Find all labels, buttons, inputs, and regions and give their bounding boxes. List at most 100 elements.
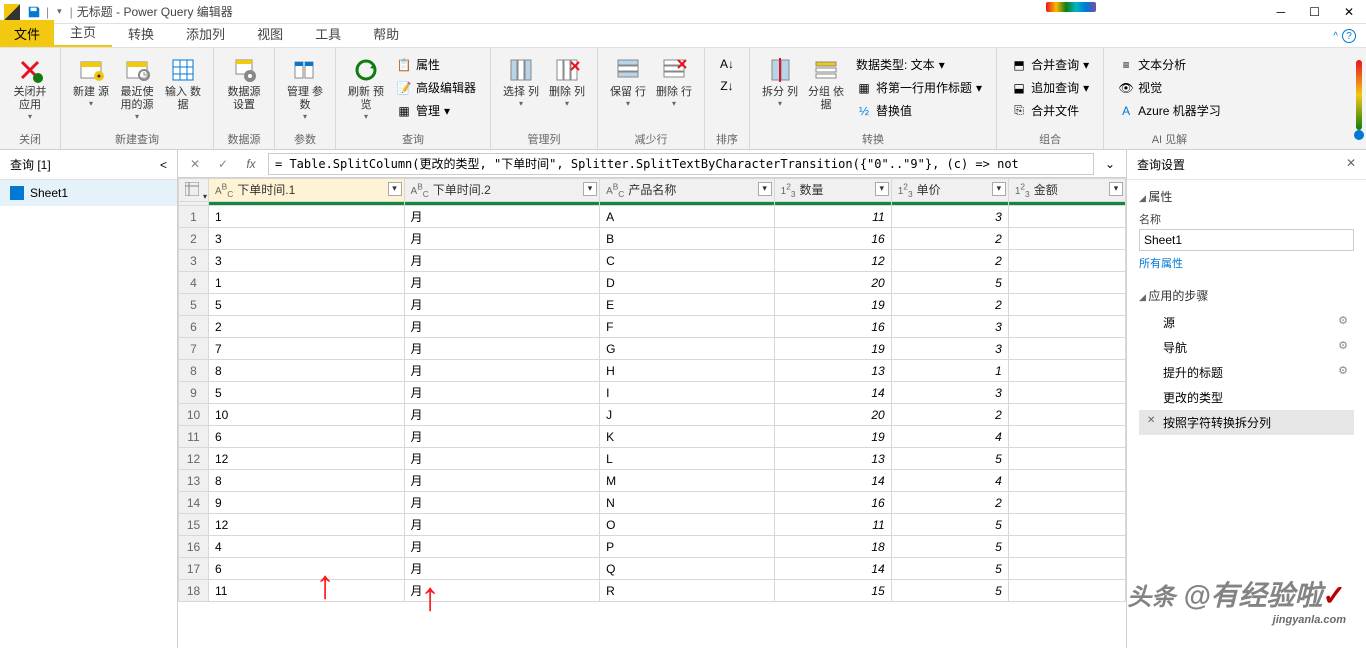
step-settings-icon[interactable]: ⚙ xyxy=(1338,364,1348,377)
cell[interactable]: 20 xyxy=(774,404,891,426)
row-header[interactable]: 12 xyxy=(179,448,209,470)
collapse-queries-button[interactable]: < xyxy=(160,158,167,172)
row-header[interactable]: 1 xyxy=(179,206,209,228)
delete-step-icon[interactable]: ✕ xyxy=(1147,415,1155,426)
cell[interactable]: 4 xyxy=(891,470,1008,492)
cell[interactable]: 14 xyxy=(774,382,891,404)
cell[interactable]: 月 xyxy=(404,514,600,536)
cell[interactable]: 月 xyxy=(404,228,600,250)
cell[interactable]: 5 xyxy=(891,580,1008,602)
column-header[interactable]: ABC下单时间.2▾ xyxy=(404,179,600,202)
cell[interactable]: N xyxy=(600,492,775,514)
data-grid[interactable]: ▾ABC下单时间.1▾ABC下单时间.2▾ABC产品名称▾123数量▾123单价… xyxy=(178,178,1126,648)
ribbon-tab[interactable]: 帮助 xyxy=(357,20,415,47)
cell[interactable]: 14 xyxy=(774,470,891,492)
cell[interactable]: 月 xyxy=(404,294,600,316)
cell[interactable] xyxy=(1008,470,1125,492)
ribbon-tab[interactable]: 转换 xyxy=(112,20,170,47)
column-header[interactable]: 123数量▾ xyxy=(774,179,891,202)
cell[interactable]: 6 xyxy=(209,426,405,448)
cell[interactable]: 月 xyxy=(404,492,600,514)
cell[interactable]: 19 xyxy=(774,294,891,316)
row-header[interactable]: 14 xyxy=(179,492,209,514)
cell[interactable]: 5 xyxy=(891,448,1008,470)
cell[interactable] xyxy=(1008,206,1125,228)
cell[interactable]: E xyxy=(600,294,775,316)
cell[interactable]: F xyxy=(600,316,775,338)
formula-input[interactable] xyxy=(268,153,1094,175)
datasource-settings-button[interactable]: 数据源 设置 xyxy=(222,52,266,114)
close-button[interactable]: ✕ xyxy=(1344,5,1354,19)
cell[interactable]: 4 xyxy=(891,426,1008,448)
cell[interactable] xyxy=(1008,580,1125,602)
cell[interactable] xyxy=(1008,514,1125,536)
cell[interactable]: 2 xyxy=(891,404,1008,426)
column-filter-button[interactable]: ▾ xyxy=(875,182,889,196)
vision-item[interactable]: 👁视觉 xyxy=(1114,77,1225,98)
cell[interactable]: 月 xyxy=(404,272,600,294)
maximize-button[interactable]: ☐ xyxy=(1309,5,1320,19)
cell[interactable]: 11 xyxy=(774,206,891,228)
sort-asc-button[interactable]: A↓ xyxy=(715,54,739,74)
cell[interactable]: 16 xyxy=(774,492,891,514)
cell[interactable]: 月 xyxy=(404,338,600,360)
cell[interactable]: 月 xyxy=(404,382,600,404)
cell[interactable] xyxy=(1008,404,1125,426)
enter-data-button[interactable]: 输入 数据 xyxy=(161,52,205,114)
ribbon-collapse[interactable]: ^? xyxy=(1323,25,1366,47)
cell[interactable]: 3 xyxy=(891,382,1008,404)
cell[interactable] xyxy=(1008,250,1125,272)
cell[interactable]: K xyxy=(600,426,775,448)
cell[interactable]: H xyxy=(600,360,775,382)
cell[interactable]: 3 xyxy=(209,250,405,272)
refresh-preview-button[interactable]: 刷新 预览▾ xyxy=(344,52,388,123)
column-filter-button[interactable]: ▾ xyxy=(992,182,1006,196)
ribbon-tab[interactable]: 工具 xyxy=(299,20,357,47)
append-queries-item[interactable]: ⬓追加查询 ▾ xyxy=(1007,77,1093,98)
column-header[interactable]: 123金额▾ xyxy=(1008,179,1125,202)
merge-queries-item[interactable]: ⬒合并查询 ▾ xyxy=(1007,54,1093,75)
cell[interactable]: 7 xyxy=(209,338,405,360)
cell[interactable]: O xyxy=(600,514,775,536)
cell[interactable]: A xyxy=(600,206,775,228)
ribbon-tab[interactable]: 视图 xyxy=(241,20,299,47)
cell[interactable]: 5 xyxy=(891,514,1008,536)
cell[interactable]: 3 xyxy=(891,206,1008,228)
cell[interactable] xyxy=(1008,316,1125,338)
cell[interactable]: 月 xyxy=(404,316,600,338)
cell[interactable]: 3 xyxy=(891,316,1008,338)
row-header[interactable]: 3 xyxy=(179,250,209,272)
new-source-button[interactable]: ✦新建 源▾ xyxy=(69,52,113,110)
cell[interactable] xyxy=(1008,338,1125,360)
split-col-button[interactable]: 拆分 列▾ xyxy=(758,52,802,110)
cell[interactable]: 5 xyxy=(209,382,405,404)
row-header[interactable]: 10 xyxy=(179,404,209,426)
cell[interactable]: 11 xyxy=(209,580,405,602)
cell[interactable]: P xyxy=(600,536,775,558)
manage-params-button[interactable]: 管理 参数▾ xyxy=(283,52,327,123)
cell[interactable]: B xyxy=(600,228,775,250)
cell[interactable]: 12 xyxy=(209,448,405,470)
cell[interactable]: 8 xyxy=(209,360,405,382)
properties-section-title[interactable]: 属性 xyxy=(1139,188,1354,205)
cell[interactable]: 月 xyxy=(404,426,600,448)
cell[interactable]: 8 xyxy=(209,470,405,492)
cell[interactable]: 4 xyxy=(209,536,405,558)
cell[interactable]: 1 xyxy=(209,206,405,228)
advanced-editor-item[interactable]: 📝高级编辑器 xyxy=(392,77,480,98)
file-tab[interactable]: 文件 xyxy=(0,20,54,47)
row-header[interactable]: 17 xyxy=(179,558,209,580)
group-by-button[interactable]: 分组 依据 xyxy=(804,52,848,114)
cell[interactable]: 16 xyxy=(774,228,891,250)
replace-item[interactable]: ½替换值 xyxy=(852,100,986,121)
column-header[interactable]: ABC下单时间.1▾ xyxy=(209,179,405,202)
cell[interactable]: J xyxy=(600,404,775,426)
ribbon-tab[interactable]: 添加列 xyxy=(170,20,241,47)
column-header[interactable]: ABC产品名称▾ xyxy=(600,179,775,202)
steps-section-title[interactable]: 应用的步骤 xyxy=(1139,287,1354,304)
cell[interactable]: D xyxy=(600,272,775,294)
applied-step[interactable]: 更改的类型 xyxy=(1139,385,1354,410)
cell[interactable]: C xyxy=(600,250,775,272)
cell[interactable]: 月 xyxy=(404,580,600,602)
merge-files-item[interactable]: ⎘合并文件 xyxy=(1007,100,1093,121)
